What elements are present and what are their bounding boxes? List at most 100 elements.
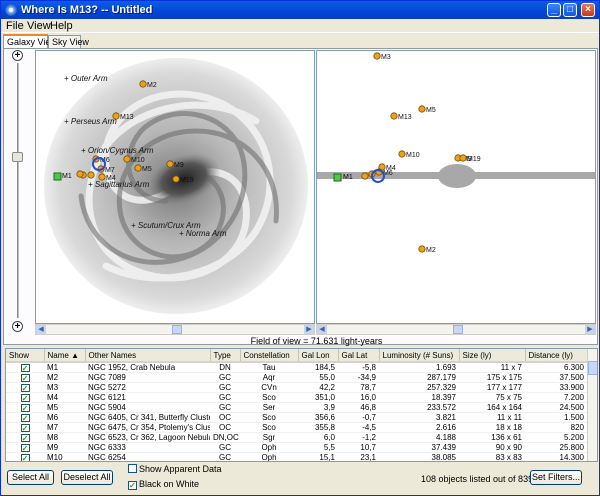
table-row[interactable]: ✓ M3 NGC 5272 GC CVn 42,2 78,7 257.329 177 x 177…: [6, 382, 587, 393]
object-marker[interactable]: [139, 80, 147, 88]
tab-sky-view[interactable]: Sky View: [48, 35, 89, 48]
menu-view[interactable]: View: [27, 20, 51, 32]
close-button[interactable]: ×: [581, 3, 595, 17]
cell-other: NGC 7089: [85, 372, 210, 383]
cell-lum: 257.329: [379, 382, 459, 393]
black-on-white-checkbox[interactable]: ✓ Black on White: [128, 479, 199, 490]
table-row[interactable]: ✓ M1 NGC 1952, Crab Nebula DN Tau 184,5 -5,8 1.…: [6, 362, 587, 373]
table-row[interactable]: ✓ M10 NGC 6254 GC Oph 15,1 23,1 38.085 83 x 83 14…: [6, 452, 587, 461]
scroll-thumb[interactable]: [453, 325, 463, 334]
minimize-button[interactable]: _: [547, 3, 561, 17]
side-map[interactable]: M3M5M13M10M9M19M4M6M2M1: [317, 51, 596, 324]
show-checkbox[interactable]: ✓: [20, 383, 30, 392]
table-row[interactable]: ✓ M9 NGC 6333 GC Oph 5,5 10,7 37.439 90 x 90 25.8…: [6, 442, 587, 453]
maximize-button[interactable]: □: [563, 3, 577, 17]
object-marker[interactable]: [87, 171, 95, 179]
object-marker[interactable]: [112, 112, 120, 120]
cell-name: M8: [44, 432, 85, 443]
scroll-left-icon[interactable]: ◀: [317, 325, 327, 334]
col-distance[interactable]: Distance (ly): [525, 349, 588, 363]
galaxy-view-hscroll[interactable]: ◀ ▶: [35, 324, 315, 335]
col-size[interactable]: Size (ly): [459, 349, 526, 363]
scroll-thumb[interactable]: [172, 325, 182, 334]
table-row[interactable]: ✓ M6 NGC 6405, Cr 341, Butterfly Cluster OC…: [6, 412, 587, 423]
table-row[interactable]: ✓ M7 NGC 6475, Cr 354, Ptolemy's Cluster OC…: [6, 422, 587, 433]
objects-table: Show Name ▲ Other Names Type Constellati…: [5, 348, 598, 462]
zoom-slider-track[interactable]: [17, 63, 19, 318]
cell-const: CVn: [240, 382, 298, 393]
show-apparent-data-checkbox[interactable]: Show Apparent Data: [128, 464, 222, 474]
object-marker[interactable]: [390, 112, 398, 120]
app-window: Where Is M13? -- Untitled _ □ × File Vie…: [0, 0, 600, 496]
cell-type: GC: [210, 382, 240, 393]
col-show[interactable]: Show: [6, 349, 45, 363]
scroll-right-icon[interactable]: ▶: [304, 325, 314, 334]
cell-name: M10: [44, 452, 85, 461]
show-checkbox[interactable]: ✓: [20, 393, 30, 402]
col-luminosity[interactable]: Luminosity (# Suns): [379, 349, 460, 363]
tab-galaxy-view[interactable]: Galaxy View: [3, 34, 57, 48]
object-label: M3: [381, 54, 391, 61]
checkbox-checked-icon[interactable]: ✓: [128, 481, 137, 490]
table-vscroll[interactable]: [587, 349, 597, 461]
table-row[interactable]: ✓ M8 NGC 6523, Cr 362, Lagoon Nebula DN,OC S…: [6, 432, 587, 443]
col-gal-lon[interactable]: Gal Lon: [298, 349, 339, 363]
show-checkbox[interactable]: ✓: [20, 363, 30, 372]
cell-lum: 4.188: [379, 432, 459, 443]
scroll-right-icon[interactable]: ▶: [585, 325, 595, 334]
zoom-out-button[interactable]: +: [12, 321, 23, 332]
object-marker[interactable]: [166, 160, 174, 168]
object-marker[interactable]: [98, 173, 106, 181]
cell-size: 18 x 18: [459, 422, 525, 433]
cell-size: 11 x 7: [459, 362, 525, 373]
table-row[interactable]: ✓ M5 NGC 5904 GC Ser 3,9 46,8 233.572 164 x 164 2…: [6, 402, 587, 413]
checkbox-box[interactable]: [128, 464, 137, 473]
object-marker[interactable]: [172, 175, 180, 183]
col-other-names[interactable]: Other Names: [85, 349, 211, 363]
show-checkbox[interactable]: ✓: [20, 453, 30, 461]
galaxy-top-view[interactable]: + Outer Arm + Perseus Arm + Orion/Cygnus…: [35, 50, 315, 324]
show-checkbox[interactable]: ✓: [20, 373, 30, 382]
object-marker[interactable]: [418, 105, 426, 113]
arm-label-perseus: + Perseus Arm: [64, 117, 117, 126]
show-checkbox[interactable]: ✓: [20, 433, 30, 442]
show-checkbox[interactable]: ✓: [20, 443, 30, 452]
scroll-thumb[interactable]: [588, 361, 597, 375]
show-checkbox[interactable]: ✓: [20, 413, 30, 422]
object-marker[interactable]: [398, 150, 406, 158]
col-type[interactable]: Type: [210, 349, 241, 363]
object-marker[interactable]: [134, 164, 142, 172]
show-checkbox[interactable]: ✓: [20, 423, 30, 432]
zoom-slider-thumb[interactable]: [12, 152, 23, 162]
select-all-button[interactable]: Select All: [7, 470, 54, 485]
cell-lon: 55,0: [298, 372, 338, 383]
zoom-in-button[interactable]: +: [12, 50, 23, 61]
show-checkbox[interactable]: ✓: [20, 403, 30, 412]
object-marker[interactable]: [76, 170, 84, 178]
menu-bar: File View Help: [1, 19, 599, 33]
col-name[interactable]: Name ▲: [44, 349, 86, 363]
object-marker[interactable]: [373, 52, 381, 60]
col-constellation[interactable]: Constellation: [240, 349, 299, 363]
menu-file[interactable]: File: [6, 20, 24, 32]
galaxy-side-view[interactable]: M3 M5 M13 M10 M9 M19 M4 M6 M2 M1: [316, 50, 596, 324]
side-view-hscroll[interactable]: ◀ ▶: [316, 324, 596, 335]
menu-help[interactable]: Help: [50, 20, 73, 32]
cell-other: NGC 5272: [85, 382, 210, 393]
col-gal-lat[interactable]: Gal Lat: [338, 349, 380, 363]
object-marker[interactable]: [361, 172, 369, 180]
set-filters-button[interactable]: Set Filters...: [530, 470, 582, 485]
object-marker[interactable]: [459, 154, 467, 162]
scroll-left-icon[interactable]: ◀: [36, 325, 46, 334]
title-bar[interactable]: Where Is M13? -- Untitled _ □ ×: [1, 1, 599, 19]
object-marker[interactable]: [123, 155, 131, 163]
table-row[interactable]: ✓ M4 NGC 6121 GC Sco 351,0 16,0 18.397 75 x 75 7.…: [6, 392, 587, 403]
object-marker[interactable]: [418, 245, 426, 253]
arm-label-sagittarius: + Sagittarius Arm: [88, 180, 150, 189]
galaxy-map[interactable]: + Outer Arm + Perseus Arm + Orion/Cygnus…: [36, 51, 315, 324]
object-label: M7: [105, 167, 115, 174]
table-row[interactable]: ✓ M2 NGC 7089 GC Aqr 55,0 -34,9 287.179 175 x 17…: [6, 372, 587, 383]
cell-name: M6: [44, 412, 85, 423]
deselect-all-button[interactable]: Deselect All: [61, 470, 113, 485]
cell-name: M7: [44, 422, 85, 433]
